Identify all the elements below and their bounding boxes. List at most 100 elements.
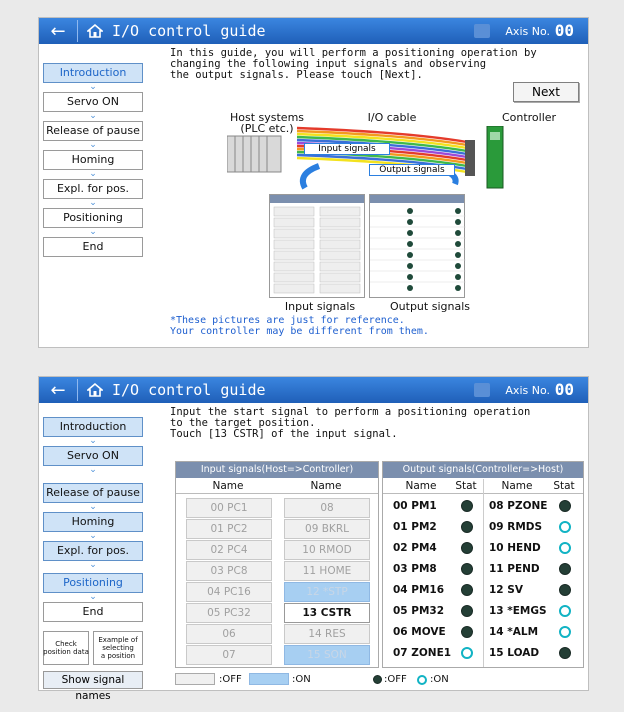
col-name: Name	[501, 480, 533, 492]
nav-expl-for-pos[interactable]: Expl. for pos.	[43, 179, 143, 199]
back-button[interactable]: ←	[39, 21, 77, 42]
col-stat: Stat	[455, 480, 477, 492]
page-title: I/O control guide	[112, 381, 266, 399]
nav-release-of-pause[interactable]: Release of pause	[43, 483, 143, 503]
col-name: Name	[405, 480, 437, 492]
back-button[interactable]: ←	[39, 380, 77, 401]
status-indicator	[559, 500, 571, 512]
nav-end[interactable]: End	[43, 237, 143, 257]
legend-off-dot	[373, 675, 382, 684]
nav-positioning[interactable]: Positioning	[43, 573, 143, 593]
legend-off-dot-label: :OFF	[384, 674, 407, 685]
instruction-text: Input the start signal to perform a posi…	[170, 406, 531, 440]
chevron-down-icon: ⌄	[89, 502, 97, 512]
output-signal-name: 08 PZONE	[489, 500, 548, 512]
chevron-down-icon: ⌄	[89, 436, 97, 446]
chevron-down-icon: ⌄	[89, 227, 97, 237]
legend-on-box	[249, 673, 289, 685]
input-signal-cell[interactable]: 11 HOME	[284, 561, 370, 581]
status-indicator	[559, 626, 571, 638]
legend-on-box-label: :ON	[292, 674, 311, 685]
output-signal-name: 12 SV	[489, 584, 523, 596]
status-indicator	[559, 521, 571, 533]
show-signal-names-button[interactable]: Show signal names	[43, 671, 143, 702]
axis-number: 00	[554, 21, 574, 40]
nav-introduction[interactable]: Introduction	[43, 417, 143, 437]
reference-note: *These pictures are just for reference. …	[170, 315, 429, 337]
mini-input-table	[269, 194, 365, 298]
mini-input-rows	[273, 206, 361, 294]
status-indicator	[461, 542, 473, 554]
nav-end[interactable]: End	[43, 602, 143, 622]
input-signal-cell[interactable]: 05 PC32	[186, 603, 272, 623]
input-signal-cell[interactable]: 04 PC16	[186, 582, 272, 602]
system-illustration	[227, 126, 504, 190]
output-signal-name: 07 ZONE1	[393, 647, 452, 659]
axis-icon	[474, 383, 490, 397]
input-signal-cell[interactable]: 02 PC4	[186, 540, 272, 560]
output-signal-name: 03 PM8	[393, 563, 437, 575]
output-signals-caption: Output signals	[390, 300, 470, 313]
arrow-left-icon: ←	[50, 20, 66, 42]
output-signal-name: 02 PM4	[393, 542, 437, 554]
input-signal-cell[interactable]: 00 PC1	[186, 498, 272, 518]
input-signals-arrow-label: Input signals	[304, 143, 390, 155]
next-button[interactable]: Next	[513, 82, 579, 102]
output-signal-name: 06 MOVE	[393, 626, 446, 638]
input-signal-cell[interactable]: 15 SON	[284, 645, 370, 665]
chevron-down-icon: ⌄	[89, 140, 97, 150]
input-signal-cell[interactable]: 01 PC2	[186, 519, 272, 539]
nav-expl-for-pos[interactable]: Expl. for pos.	[43, 541, 143, 561]
legend-on-dot-label: :ON	[430, 674, 449, 685]
nav-homing[interactable]: Homing	[43, 150, 143, 170]
status-indicator	[559, 563, 571, 575]
nav-introduction[interactable]: Introduction	[43, 63, 143, 83]
status-indicator	[461, 605, 473, 617]
input-signal-cell[interactable]: 03 PC8	[186, 561, 272, 581]
output-signals-table: Output signals(Controller=>Host) Name St…	[382, 461, 584, 668]
input-signal-cell[interactable]: 10 RMOD	[284, 540, 370, 560]
example-selecting-position-button[interactable]: Example of selecting a position	[93, 631, 143, 665]
home-button[interactable]	[78, 382, 112, 398]
page-title: I/O control guide	[112, 22, 266, 40]
status-indicator	[559, 605, 571, 617]
controller-label: Controller	[501, 111, 557, 124]
input-signal-cell[interactable]: 12 *STP	[284, 582, 370, 602]
chevron-down-icon: ⌄	[89, 465, 97, 475]
home-icon	[87, 23, 103, 38]
nav-servo-on[interactable]: Servo ON	[43, 446, 143, 466]
output-signal-name: 09 RMDS	[489, 521, 543, 533]
input-signal-cell[interactable]: 07	[186, 645, 272, 665]
output-signal-name: 01 PM2	[393, 521, 437, 533]
mini-output-rows	[370, 208, 466, 291]
axis-label: Axis No.	[505, 25, 550, 38]
input-signal-cell-cstr[interactable]: 13 CSTR	[284, 603, 370, 623]
output-signals-arrow-label: Output signals	[369, 164, 455, 176]
input-signal-cell[interactable]: 08	[284, 498, 370, 518]
output-signal-name: 04 PM16	[393, 584, 445, 596]
output-signal-name: 14 *ALM	[489, 626, 539, 638]
chevron-down-icon: ⌄	[89, 111, 97, 121]
nav-servo-on[interactable]: Servo ON	[43, 92, 143, 112]
input-signals-table: Input signals(Host=>Controller) Name Nam…	[175, 461, 379, 668]
axis-icon	[474, 24, 490, 38]
home-button[interactable]	[78, 23, 112, 39]
title-bar: ← I/O control guide Axis No. 00	[39, 18, 588, 44]
home-icon	[87, 382, 103, 397]
legend-on-dot	[417, 675, 427, 685]
input-signal-cell[interactable]: 14 RES	[284, 624, 370, 644]
input-signal-cell[interactable]: 09 BKRL	[284, 519, 370, 539]
nav-homing[interactable]: Homing	[43, 512, 143, 532]
chevron-down-icon: ⌄	[89, 82, 97, 92]
status-indicator	[461, 647, 473, 659]
status-indicator	[559, 584, 571, 596]
nav-positioning[interactable]: Positioning	[43, 208, 143, 228]
status-indicator	[559, 542, 571, 554]
status-indicator	[461, 521, 473, 533]
check-position-data-button[interactable]: Check position data	[43, 631, 89, 665]
axis-label: Axis No.	[505, 384, 550, 397]
nav-release-of-pause[interactable]: Release of pause	[43, 121, 143, 141]
intro-screen: ← I/O control guide Axis No. 00 Introduc…	[38, 17, 589, 348]
col-stat: Stat	[553, 480, 575, 492]
input-signal-cell[interactable]: 06	[186, 624, 272, 644]
